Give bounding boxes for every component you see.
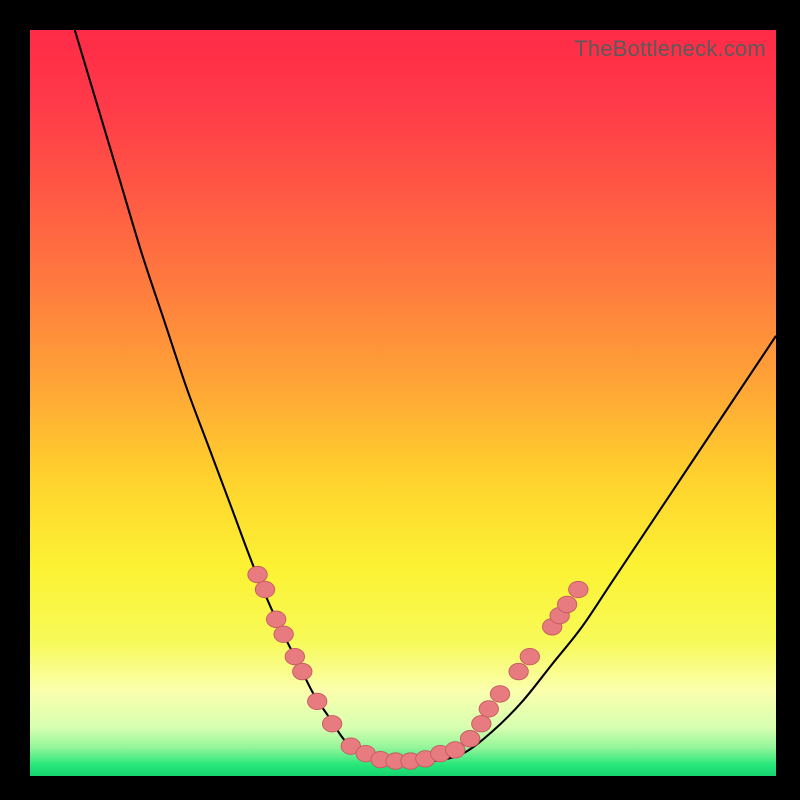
- curve-markers: [248, 566, 588, 769]
- curve-line: [75, 30, 776, 762]
- curve-marker: [520, 648, 539, 664]
- curve-marker: [274, 626, 293, 642]
- curve-marker: [266, 611, 285, 627]
- curve-marker: [557, 596, 576, 612]
- curve-marker: [293, 663, 312, 679]
- curve-marker: [472, 716, 491, 732]
- curve-marker: [479, 701, 498, 717]
- curve-marker: [255, 581, 274, 597]
- plot-area: TheBottleneck.com: [30, 30, 776, 776]
- curve-marker: [460, 730, 479, 746]
- watermark-text: TheBottleneck.com: [574, 36, 766, 62]
- chart-frame: TheBottleneck.com: [0, 0, 800, 800]
- bottleneck-curve: [30, 30, 776, 776]
- curve-marker: [569, 581, 588, 597]
- curve-marker: [322, 716, 341, 732]
- curve-marker: [285, 648, 304, 664]
- curve-marker: [308, 693, 327, 709]
- curve-marker: [490, 686, 509, 702]
- curve-marker: [248, 566, 267, 582]
- curve-marker: [446, 742, 465, 758]
- curve-marker: [509, 663, 528, 679]
